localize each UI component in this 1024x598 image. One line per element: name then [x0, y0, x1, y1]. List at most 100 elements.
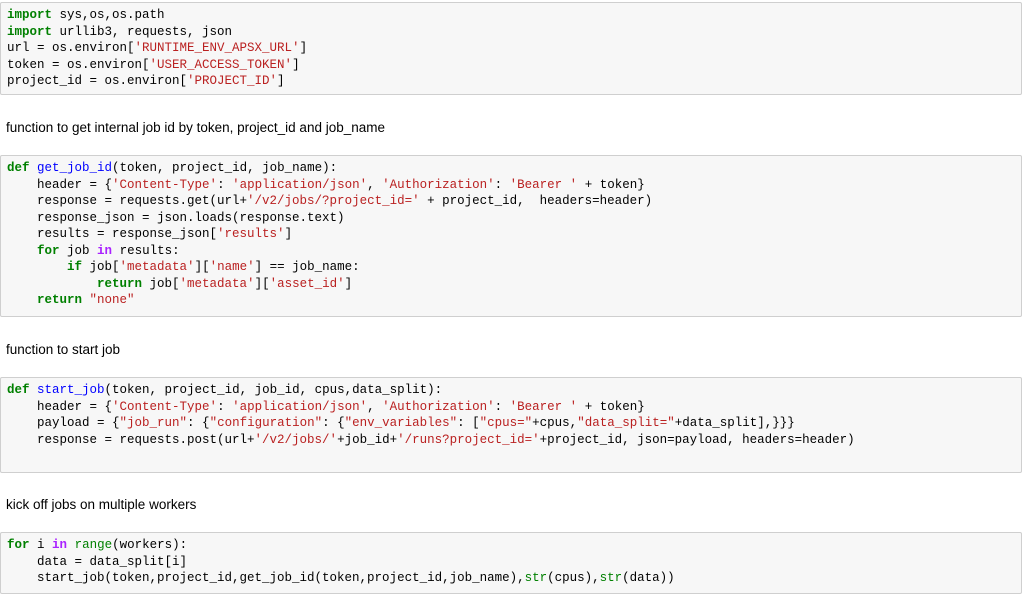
code-text-token: : — [494, 177, 510, 192]
code-text-token: token = os.environ[ — [7, 57, 150, 72]
operator-token: in — [52, 538, 68, 552]
code-text-token: : { — [187, 416, 210, 430]
code-line: data = data_split[i] — [7, 555, 187, 569]
code-text-token: results: — [112, 243, 180, 258]
code-text-token: (cpus), — [547, 571, 600, 585]
string-token: "job_run" — [119, 416, 188, 430]
keyword-token: for — [37, 243, 60, 258]
code-text-token: + token} — [577, 399, 645, 414]
code-text-token: job — [59, 243, 98, 258]
code-text-token: ] — [284, 227, 293, 241]
code-text-token: data = data_split[i] — [7, 554, 188, 569]
string-token: 'name' — [209, 260, 255, 274]
code-text-token: +job_id+ — [337, 432, 398, 447]
code-block: import sys,os,os.path import urllib3, re… — [7, 7, 1015, 90]
keyword-token: import — [7, 24, 53, 39]
code-line: if job['metadata']['name'] == job_name: — [7, 260, 360, 274]
builtin-token: range — [74, 538, 113, 552]
keyword-token: return — [37, 293, 83, 307]
code-cell-get-job-id[interactable]: def get_job_id(token, project_id, job_na… — [0, 155, 1022, 317]
code-text-token: ][ — [254, 276, 270, 291]
code-text-token: ][ — [194, 260, 210, 274]
code-text-token: response = requests.post(url+ — [7, 432, 255, 447]
code-line: def start_job(token, project_id, job_id,… — [7, 383, 442, 397]
code-cell-kick-off-jobs[interactable]: for i in range(workers): data = data_spl… — [0, 532, 1022, 594]
string-token: '/runs?project_id=' — [397, 432, 540, 447]
markdown-cell-start-job: function to start job — [6, 342, 121, 357]
code-cell-imports[interactable]: import sys,os,os.path import urllib3, re… — [0, 2, 1022, 95]
string-token: 'USER_ACCESS_TOKEN' — [149, 57, 293, 72]
code-line: header = {'Content-Type': 'application/j… — [7, 178, 645, 192]
code-line: payload = {"job_run": {"configuration": … — [7, 416, 795, 430]
code-line: token = os.environ['USER_ACCESS_TOKEN'] — [7, 58, 300, 72]
string-token: 'Content-Type' — [112, 399, 218, 414]
code-text-token: , — [367, 177, 383, 192]
string-token: 'results' — [217, 227, 285, 241]
builtin-token: str — [524, 571, 548, 585]
keyword-token: if — [67, 260, 83, 274]
string-token: 'Bearer ' — [509, 399, 578, 414]
string-token: "env_variables" — [344, 416, 458, 430]
code-block: for i in range(workers): data = data_spl… — [7, 537, 1015, 587]
code-text-token: : { — [322, 416, 345, 430]
code-line: response_json = json.loads(response.text… — [7, 211, 345, 225]
string-token: 'Authorization' — [382, 177, 495, 192]
keyword-token: def — [7, 161, 30, 175]
string-token: '/v2/jobs/?project_id=' — [247, 194, 420, 208]
code-line: def get_job_id(token, project_id, job_na… — [7, 161, 337, 175]
keyword-token: for — [7, 538, 30, 552]
code-text-token: header = { — [7, 399, 113, 414]
code-text-token: ] — [344, 276, 353, 291]
code-line: return job['metadata']['asset_id'] — [7, 277, 352, 291]
string-token: "none" — [89, 293, 135, 307]
function-name-token: start_job — [37, 383, 105, 397]
string-token: 'application/json' — [232, 177, 368, 192]
string-token: 'PROJECT_ID' — [187, 74, 278, 88]
code-text-token: : — [217, 177, 233, 192]
code-text-token: , — [367, 399, 383, 414]
string-token: '/v2/jobs/' — [254, 432, 338, 447]
code-line: return "none" — [7, 293, 135, 307]
code-text-token: (token, project_id, job_id, cpus,data_sp… — [104, 383, 443, 397]
code-text-token: payload = { — [7, 416, 120, 430]
code-line: url = os.environ['RUNTIME_ENV_APSX_URL'] — [7, 41, 307, 55]
code-line: for job in results: — [7, 244, 180, 258]
string-token: 'Bearer ' — [509, 177, 578, 192]
builtin-token: str — [599, 571, 623, 585]
code-line: response = requests.post(url+'/v2/jobs/'… — [7, 433, 855, 447]
code-text-token: ] == job_name: — [254, 260, 360, 274]
code-text-token: + project_id, headers=header) — [419, 194, 653, 208]
code-text-token: ] — [299, 41, 308, 55]
code-text-token: + token} — [577, 177, 645, 192]
code-text-token: ] — [292, 57, 300, 72]
string-token: 'Authorization' — [382, 399, 495, 414]
code-line: for i in range(workers): — [7, 538, 187, 552]
code-line: results = response_json['results'] — [7, 227, 292, 241]
code-text-token: (data)) — [622, 571, 675, 585]
code-block: def get_job_id(token, project_id, job_na… — [7, 160, 1015, 309]
code-text-token: header = { — [7, 177, 113, 192]
string-token: 'Content-Type' — [112, 177, 218, 192]
code-line: import sys,os,os.path — [7, 8, 165, 22]
code-block: def start_job(token, project_id, job_id,… — [7, 382, 1015, 448]
code-cell-start-job[interactable]: def start_job(token, project_id, job_id,… — [0, 377, 1022, 473]
code-text-token: urllib3, requests, json — [52, 24, 233, 39]
code-text-token: +cpus, — [532, 416, 578, 430]
string-token: 'metadata' — [119, 260, 195, 274]
code-text-token: ] — [277, 74, 285, 88]
markdown-cell-kick-off: kick off jobs on multiple workers — [6, 497, 197, 512]
string-token: "cpus=" — [479, 416, 533, 430]
code-text-token: job[ — [142, 276, 180, 291]
operator-token: in — [97, 243, 113, 258]
code-text-token: +project_id, json=payload, headers=heade… — [539, 432, 855, 447]
code-line: response = requests.get(url+'/v2/jobs/?p… — [7, 194, 652, 208]
string-token: 'metadata' — [179, 276, 255, 291]
function-name-token: get_job_id — [37, 161, 113, 175]
code-text-token: : [ — [457, 416, 480, 430]
code-text-token: response_json = json.loads(response.text… — [7, 210, 345, 225]
